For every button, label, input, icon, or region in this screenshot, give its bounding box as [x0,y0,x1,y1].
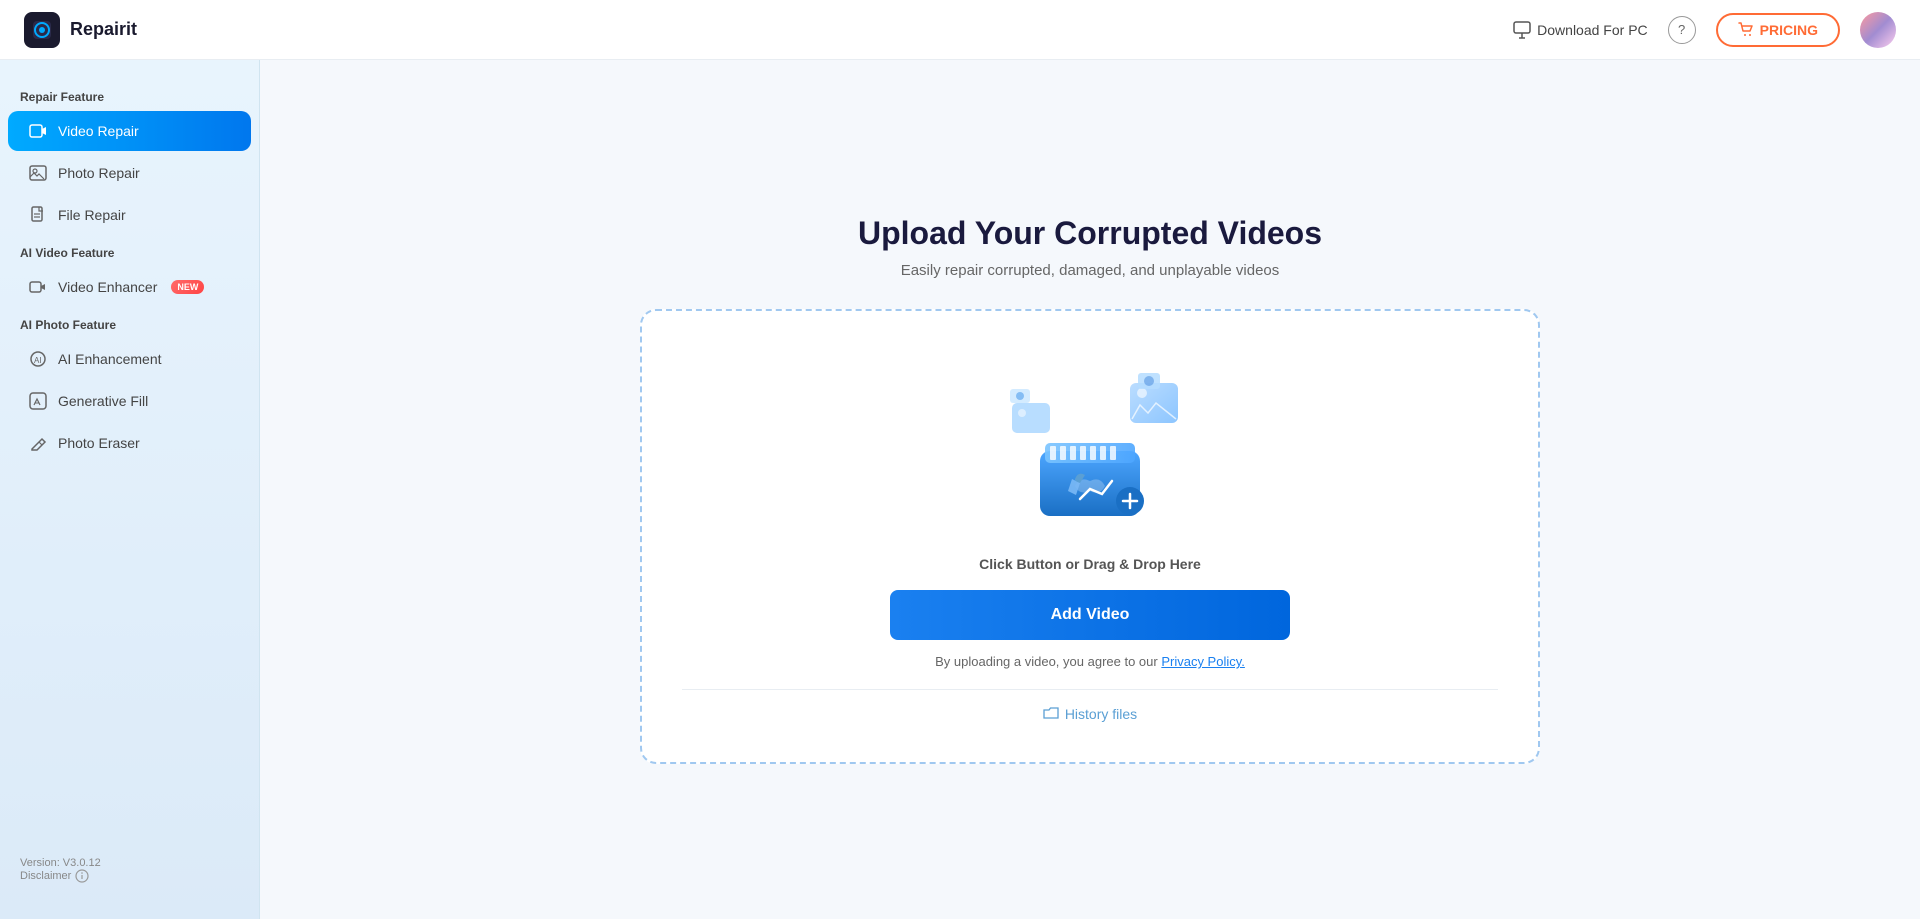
photo-eraser-icon [28,433,48,453]
repair-section-label: Repair Feature [0,80,259,110]
sidebar-footer: Version: V3.0.12 Disclaimer [0,841,259,899]
sidebar-item-generative-fill[interactable]: Generative Fill [8,381,251,421]
main-layout: Repair Feature Video Repair Photo Repair [0,60,1920,919]
privacy-text-before: By uploading a video, you agree to our [935,654,1161,669]
sidebar-item-video-enhancer[interactable]: Video Enhancer NEW [8,267,251,307]
folder-icon [1043,706,1059,722]
ai-enhancement-icon: AI [28,349,48,369]
drop-text: Click Button or Drag & Drop Here [979,556,1201,572]
sidebar-item-label: Video Repair [58,123,139,139]
disclaimer-label: Disclaimer [20,870,71,882]
content-area: Upload Your Corrupted Videos Easily repa… [260,60,1920,919]
sidebar-item-label: Generative Fill [58,393,148,409]
photo-repair-icon [28,163,48,183]
sidebar-item-label: Photo Repair [58,165,140,181]
help-button[interactable]: ? [1668,16,1696,44]
svg-text:AI: AI [34,356,42,365]
logo-icon [24,12,60,48]
file-repair-icon [28,205,48,225]
sidebar-item-label: AI Enhancement [58,351,162,367]
cart-icon [1738,22,1754,38]
logo: Repairit [24,12,137,48]
sidebar: Repair Feature Video Repair Photo Repair [0,60,260,919]
history-files-button[interactable]: History files [1043,706,1137,722]
ai-video-section-label: AI Video Feature [0,236,259,266]
add-video-button[interactable]: Add Video [890,590,1290,640]
sidebar-item-file-repair[interactable]: File Repair [8,195,251,235]
header-actions: Download For PC ? PRICING [1513,12,1896,48]
user-avatar[interactable] [1860,12,1896,48]
upload-dropzone[interactable]: Click Button or Drag & Drop Here Add Vid… [640,309,1540,764]
page-title: Upload Your Corrupted Videos [858,215,1322,252]
monitor-icon [1513,21,1531,39]
sidebar-item-photo-eraser[interactable]: Photo Eraser [8,423,251,463]
ai-photo-section-label: AI Photo Feature [0,308,259,338]
page-subtitle: Easily repair corrupted, damaged, and un… [901,262,1280,279]
video-repair-icon [28,121,48,141]
disclaimer-button[interactable]: Disclaimer [20,869,239,883]
download-pc-button[interactable]: Download For PC [1513,21,1648,39]
download-label: Download For PC [1537,22,1648,38]
sidebar-item-label: Photo Eraser [58,435,140,451]
divider [682,689,1498,690]
video-enhancer-icon [28,277,48,297]
pricing-label: PRICING [1760,22,1818,38]
header: Repairit Download For PC ? PRICING [0,0,1920,60]
upload-illustration [990,361,1190,536]
history-files-label: History files [1065,706,1137,722]
sidebar-item-photo-repair[interactable]: Photo Repair [8,153,251,193]
sidebar-item-label: File Repair [58,207,126,223]
sidebar-item-label: Video Enhancer [58,279,157,295]
privacy-notice: By uploading a video, you agree to our P… [935,654,1245,669]
privacy-policy-link[interactable]: Privacy Policy. [1161,654,1245,669]
sidebar-item-ai-enhancement[interactable]: AI AI Enhancement [8,339,251,379]
sidebar-item-video-repair[interactable]: Video Repair [8,111,251,151]
version-label: Version: V3.0.12 [20,857,239,869]
info-icon [75,869,89,883]
logo-text: Repairit [70,19,137,40]
generative-fill-icon [28,391,48,411]
new-badge: NEW [171,280,204,294]
pricing-button[interactable]: PRICING [1716,13,1840,47]
